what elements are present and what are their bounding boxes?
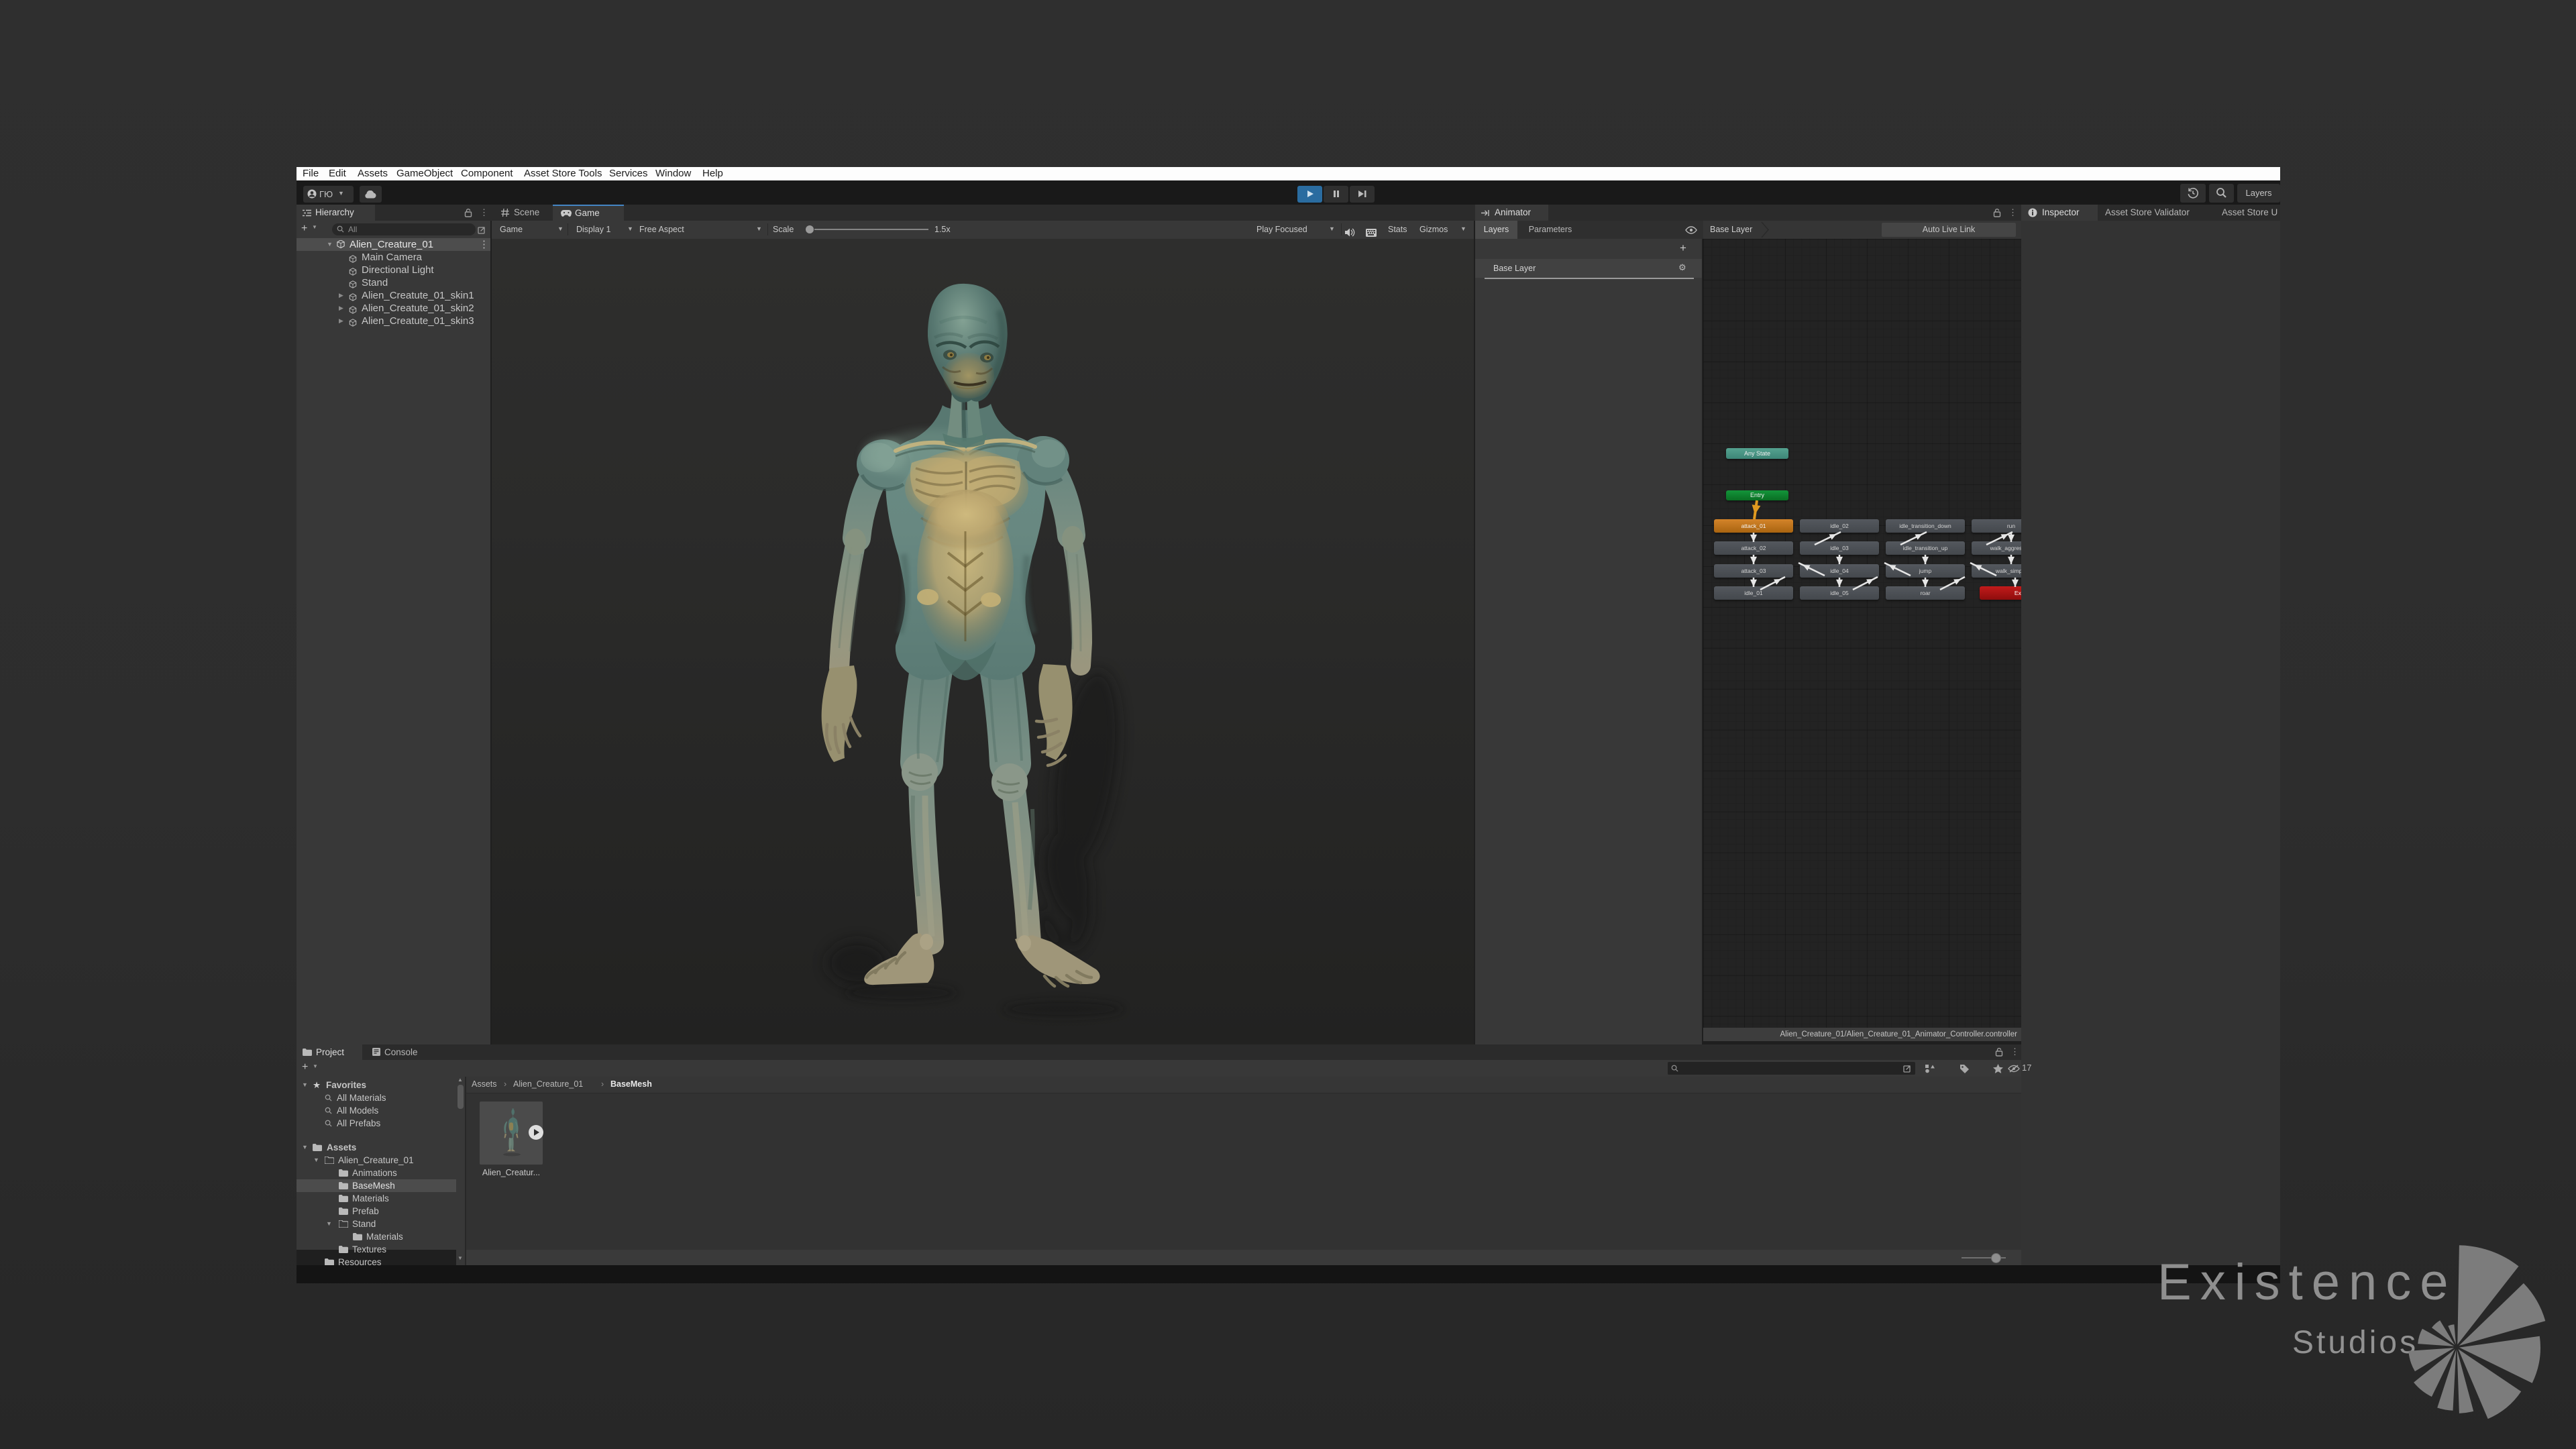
svg-text:Existence: Existence bbox=[2157, 1254, 2457, 1311]
svg-text:Studios: Studios bbox=[2292, 1325, 2418, 1360]
